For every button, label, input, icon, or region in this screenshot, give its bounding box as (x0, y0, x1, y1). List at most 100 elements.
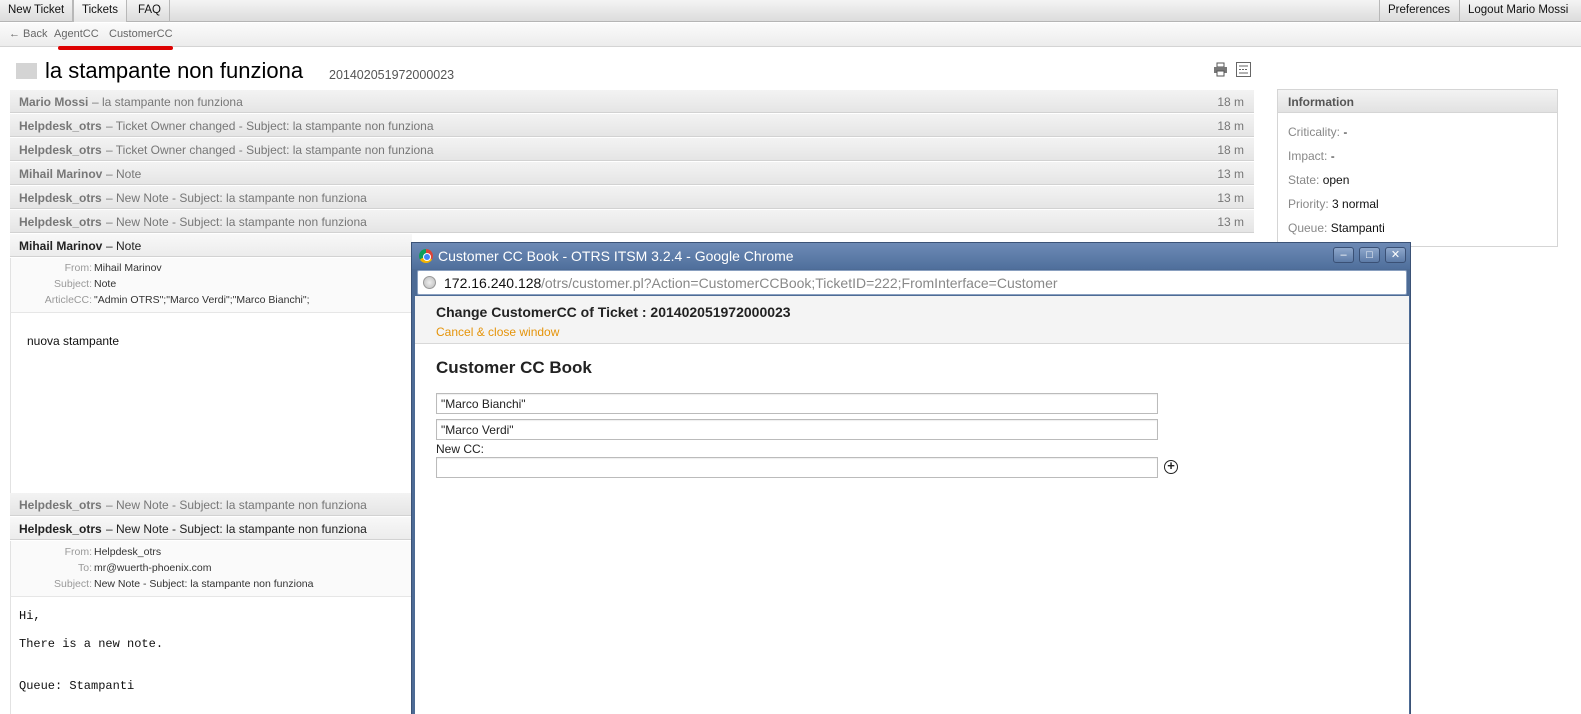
top-navigation: New Ticket Tickets FAQ Preferences Logou… (0, 0, 1581, 22)
subject-value: Note (94, 278, 117, 290)
article-sender: Mihail Marinov (19, 167, 103, 181)
article-age: 18 m (1217, 119, 1244, 133)
article-age: 13 m (1217, 167, 1244, 181)
criticality-value: - (1343, 125, 1348, 139)
info-queue: Queue: Stampanti (1288, 221, 1385, 235)
article-subject: – Ticket Owner changed - Subject: la sta… (106, 119, 434, 133)
back-link[interactable]: ← Back (9, 28, 48, 40)
maximize-icon[interactable]: □ (1359, 247, 1380, 263)
ticket-number: 201402051972000023 (329, 68, 455, 82)
sub-navigation: ← Back AgentCC CustomerCC (0, 23, 1581, 47)
article-row[interactable]: Helpdesk_otrs – Ticket Owner changed - S… (10, 138, 1254, 161)
add-icon[interactable]: + (1164, 459, 1178, 474)
queue-value: Stampanti (1330, 221, 1385, 235)
popup-heading: Change CustomerCC of Ticket : 2014020519… (436, 304, 791, 320)
article-sender: Helpdesk_otrs (19, 119, 102, 133)
article-body: nuova stampante (10, 313, 415, 493)
close-icon[interactable]: ✕ (1385, 247, 1406, 263)
article-row-selected[interactable]: Mihail Marinov – Note (10, 234, 412, 257)
article-subject: – la stampante non funziona (92, 95, 243, 109)
state-value: open (1322, 173, 1350, 187)
article-subject: – Note (106, 167, 142, 181)
article-row[interactable]: Helpdesk_otrs – New Note - Subject: la s… (10, 186, 1254, 209)
article-sender: Helpdesk_otrs (19, 498, 102, 512)
nav-faq[interactable]: FAQ (130, 0, 171, 22)
article-row[interactable]: Helpdesk_otrs – New Note - Subject: la s… (10, 493, 412, 516)
article-age: 13 m (1217, 215, 1244, 229)
subject-label: Subject: (54, 578, 92, 590)
article-subject: – New Note - Subject: la stampante non f… (106, 191, 367, 205)
body-line: Hi, (19, 609, 41, 623)
ticket-title: la stampante non funziona (45, 58, 304, 83)
customer-cc-book-title: Customer CC Book (436, 358, 592, 377)
body-line: Queue: Stampanti (19, 679, 135, 693)
article-age: 18 m (1217, 95, 1244, 109)
split-icon[interactable] (1236, 62, 1251, 77)
nav-tickets[interactable]: Tickets (73, 0, 127, 22)
article-row[interactable]: Helpdesk_otrs – Ticket Owner changed - S… (10, 114, 1254, 137)
priority-label: Priority: (1288, 197, 1329, 211)
new-cc-input[interactable] (436, 457, 1158, 478)
popup-content: Change CustomerCC of Ticket : 2014020519… (415, 296, 1409, 714)
nav-new-ticket[interactable]: New Ticket (0, 0, 74, 22)
nav-preferences[interactable]: Preferences (1379, 0, 1458, 22)
impact-value: - (1330, 149, 1335, 163)
article-row[interactable]: Helpdesk_otrs – New Note - Subject: la s… (10, 210, 1254, 233)
article-sender: Helpdesk_otrs (19, 522, 102, 536)
subject-value: New Note - Subject: la stampante non fun… (94, 578, 314, 590)
article-body-text: nuova stampante (27, 334, 120, 348)
popup-header: Change CustomerCC of Ticket : 2014020519… (415, 296, 1409, 344)
article-row[interactable]: Mihail Marinov – Note 13 m (10, 162, 1254, 185)
cc-entry-field[interactable]: "Marco Bianchi" (436, 393, 1158, 414)
article-row[interactable]: Mario Mossi – la stampante non funziona … (10, 90, 1254, 113)
article-sender: Mihail Marinov (19, 239, 103, 253)
information-header: Information (1278, 90, 1557, 113)
globe-icon (423, 276, 436, 289)
popup-titlebar[interactable]: Customer CC Book - OTRS ITSM 3.2.4 - Goo… (412, 243, 1410, 269)
from-label: From: (64, 262, 92, 274)
address-bar[interactable]: 172.16.240.128 /otrs/customer.pl?Action=… (417, 270, 1407, 295)
article-age: 18 m (1217, 143, 1244, 157)
highlight-underline (58, 46, 173, 50)
chrome-icon (419, 249, 433, 263)
subject-label: Subject: (54, 278, 92, 290)
url-host: 172.16.240.128 (444, 275, 542, 291)
article-subject: – Note (106, 239, 142, 253)
article-subject: – New Note - Subject: la stampante non f… (106, 215, 367, 229)
impact-label: Impact: (1288, 149, 1328, 163)
ticket-status-icon (16, 63, 37, 79)
info-criticality: Criticality: - (1288, 125, 1347, 139)
article-row-selected[interactable]: Helpdesk_otrs – New Note - Subject: la s… (10, 517, 412, 540)
queue-label: Queue: (1288, 221, 1328, 235)
cc-label: ArticleCC: (44, 294, 92, 306)
body-line: There is a new note. (19, 637, 164, 651)
new-cc-label: New CC: (436, 442, 485, 456)
criticality-label: Criticality: (1288, 125, 1341, 139)
from-value: Mihail Marinov (94, 262, 162, 274)
info-impact: Impact: - (1288, 149, 1335, 163)
article-age: 13 m (1217, 191, 1244, 205)
customercc-link[interactable]: CustomerCC (109, 28, 173, 40)
popup-window-title: Customer CC Book - OTRS ITSM 3.2.4 - Goo… (438, 248, 794, 264)
article-sender: Mario Mossi (19, 95, 89, 109)
article-body (10, 597, 415, 714)
popup-window: Customer CC Book - OTRS ITSM 3.2.4 - Goo… (411, 242, 1411, 714)
cc-entry-field[interactable]: "Marco Verdi" (436, 419, 1158, 440)
to-value: mr@wuerth-phoenix.com (94, 562, 212, 574)
agentcc-link[interactable]: AgentCC (54, 28, 99, 40)
minimize-icon[interactable]: – (1333, 247, 1354, 263)
from-label: From: (64, 546, 92, 558)
article-subject: – New Note - Subject: la stampante non f… (106, 498, 367, 512)
priority-value: 3 normal (1332, 197, 1379, 211)
article-subject: – New Note - Subject: la stampante non f… (106, 522, 367, 536)
article-sender: Helpdesk_otrs (19, 143, 102, 157)
article-sender: Helpdesk_otrs (19, 215, 102, 229)
print-icon[interactable] (1213, 62, 1228, 77)
nav-logout[interactable]: Logout Mario Mossi (1459, 0, 1581, 22)
from-value: Helpdesk_otrs (94, 546, 162, 558)
state-label: State: (1288, 173, 1320, 187)
url-path: /otrs/customer.pl?Action=CustomerCCBook;… (541, 275, 1058, 291)
article-sender: Helpdesk_otrs (19, 191, 102, 205)
cancel-close-link[interactable]: Cancel & close window (436, 325, 559, 339)
cc-value: "Admin OTRS";"Marco Verdi";"Marco Bianch… (94, 294, 310, 306)
